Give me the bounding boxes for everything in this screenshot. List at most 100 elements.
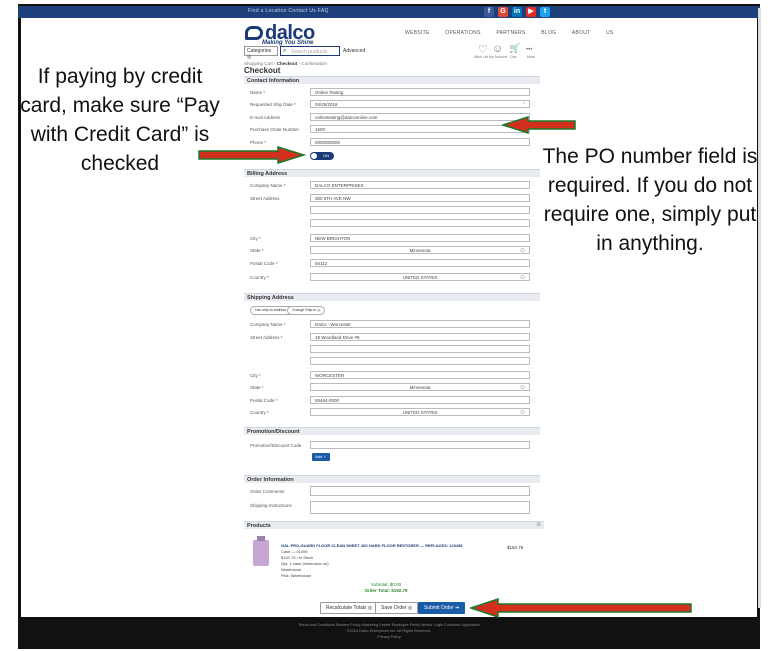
- billing-city-label: City *: [250, 236, 261, 241]
- billing-state-label: State *: [250, 248, 264, 253]
- chevron-down-icon: ⊙: [519, 248, 525, 254]
- billing-street-field[interactable]: 300 5TH AVE NW: [310, 194, 530, 202]
- arrow-left-icon: [502, 116, 576, 134]
- screenshot-frame: Find a Location Contact Us FAQ f G in ▶ …: [0, 0, 770, 651]
- calendar-icon[interactable]: ▫: [523, 101, 525, 107]
- annotation-po-number: The PO number field is required. If you …: [542, 145, 758, 255]
- product-detail: Pick: Warehouse: [281, 573, 312, 578]
- po-number-label: Purchase Order Number: [250, 127, 300, 132]
- shipping-street-field[interactable]: 18 Woodland Drive #8: [310, 333, 530, 341]
- billing-zip-label: Postal Code *: [250, 261, 278, 266]
- order-comments-label: Order Comments: [250, 489, 285, 494]
- shipping-country-select[interactable]: UNITED STATES ⊙: [310, 408, 530, 416]
- shipping-instructions-field[interactable]: [310, 501, 530, 514]
- cart-icon[interactable]: 🛒: [509, 43, 520, 54]
- annotation-credit-card: If paying by credit card, make sure “Pay…: [20, 65, 220, 175]
- shipping-street2-field[interactable]: [310, 345, 530, 353]
- billing-company-label: Company Name *: [250, 183, 286, 188]
- phone-label: Phone *: [250, 140, 267, 145]
- page-scrollbar[interactable]: [758, 8, 761, 608]
- billing-street-label: Street Address: [250, 196, 280, 201]
- phone-field[interactable]: 0000000000: [310, 138, 530, 146]
- more-icon[interactable]: •••: [526, 47, 532, 53]
- chevron-down-icon: ⊙: [519, 410, 525, 416]
- product-image[interactable]: [253, 536, 269, 566]
- ship-date-label: Requested Ship Date *: [250, 102, 296, 107]
- footer: Terms and Conditions Returns Policy Mark…: [18, 617, 760, 649]
- billing-state-select[interactable]: Minnesota ⊙: [310, 246, 530, 254]
- shipping-state-select[interactable]: Minnesota ⊙: [310, 383, 530, 391]
- email-field[interactable]: onlinetesting@dalcoonline.com: [310, 113, 530, 121]
- change-ship-to-button[interactable]: Change Ship-to ◎: [287, 306, 326, 315]
- promotion-section-header: Promotion/Discount: [244, 427, 540, 435]
- chevron-down-icon: ⊙: [519, 385, 525, 391]
- shipping-city-field[interactable]: WORCESTER: [310, 371, 530, 379]
- billing-section-header: Billing Address: [244, 169, 540, 177]
- shipping-street3-field[interactable]: [310, 357, 530, 365]
- shipping-section-header: Shipping Address: [244, 293, 540, 301]
- page-title: Checkout: [244, 66, 281, 75]
- shipping-company-label: Company Name *: [250, 322, 286, 327]
- shipping-state-label: State *: [250, 385, 264, 390]
- order-info-section-header: Order Information: [244, 475, 540, 483]
- facebook-icon[interactable]: f: [484, 7, 494, 17]
- youtube-icon[interactable]: ▶: [526, 7, 536, 17]
- order-total: Order Total: $192.79: [364, 588, 408, 593]
- product-detail: Warehouse: [281, 567, 302, 572]
- billing-street3-field[interactable]: [310, 219, 530, 227]
- collapse-icon[interactable]: ⊙: [536, 522, 541, 528]
- order-comments-field[interactable]: [310, 486, 530, 496]
- products-section-header: Products ⊙: [244, 521, 544, 529]
- logo-mark-icon: [245, 26, 263, 40]
- billing-country-select[interactable]: UNITED STATES ⊙: [310, 273, 530, 281]
- billing-zip-field[interactable]: 55112: [310, 259, 530, 267]
- shipping-zip-field[interactable]: 55464-0000: [310, 396, 530, 404]
- name-field[interactable]: Online Testing: [310, 88, 530, 96]
- shipping-zip-label: Postal Code *: [250, 398, 278, 403]
- shipping-street-label: Street Address *: [250, 335, 283, 340]
- ship-date-field[interactable]: 04/25/2018 ▫: [310, 100, 530, 108]
- search-input[interactable]: ⌕ Search products: [280, 46, 340, 56]
- twitter-icon[interactable]: t: [540, 7, 550, 17]
- name-label: Name *: [250, 90, 266, 95]
- cart-label: Cart: [510, 55, 517, 59]
- email-label: E-mail Address: [250, 115, 281, 120]
- product-detail: Qty: 1 case (dimension ok): [281, 561, 329, 566]
- arrow-right-icon: [198, 146, 306, 164]
- billing-city-field[interactable]: NEW BRIGHTON: [310, 234, 530, 242]
- product-price: $192.79: [507, 545, 524, 550]
- advanced-search-link[interactable]: Advanced: [343, 48, 365, 54]
- pay-credit-card-toggle[interactable]: ON: [310, 152, 334, 160]
- arrow-left-icon: [470, 598, 692, 618]
- po-number-field[interactable]: 1600: [310, 125, 530, 133]
- recalculate-totals-button[interactable]: Recalculate Totals ◎: [320, 602, 379, 614]
- linkedin-icon[interactable]: in: [512, 7, 522, 17]
- apply-promo-button[interactable]: Add ✓: [312, 453, 330, 461]
- footer-copyright: ©2018 Dalco Enterprises Inc. All Rights …: [346, 629, 432, 633]
- product-name[interactable]: GAL PRO-GUARD FLOOR CLEAN SHEET 40X HARD…: [281, 543, 463, 548]
- top-links[interactable]: Find a Location Contact Us FAQ: [248, 8, 329, 14]
- main-nav[interactable]: WEBSITE OPERATIONS PARTNERS BLOG ABOUT U…: [405, 30, 614, 36]
- footer-links[interactable]: Terms and Conditions Returns Policy Mark…: [18, 623, 760, 627]
- billing-company-field[interactable]: DALCO ENTERPRISES: [310, 181, 530, 189]
- account-icon[interactable]: ☺: [492, 43, 503, 55]
- billing-street2-field[interactable]: [310, 206, 530, 214]
- chevron-down-icon: ⊙: [519, 275, 525, 281]
- contact-section-header: Contact Information: [244, 76, 540, 84]
- categories-button[interactable]: Categories ◎: [244, 46, 278, 60]
- shipping-country-label: Country *: [250, 410, 269, 415]
- subtotal: Subtotal: $0.00: [370, 582, 402, 587]
- wishlist-label: Wish List: [474, 55, 489, 59]
- product-detail: Case — 01490: [281, 549, 308, 554]
- shipping-city-label: City *: [250, 373, 261, 378]
- product-detail: $192.79 / In Stock: [281, 555, 314, 560]
- submit-order-button[interactable]: Submit Order ➔: [418, 602, 466, 614]
- shipping-instructions-label: Shipping Instructions: [250, 503, 292, 508]
- google-plus-icon[interactable]: G: [498, 7, 508, 17]
- footer-privacy[interactable]: Privacy Policy: [18, 635, 760, 639]
- save-order-button[interactable]: Save Order ◎: [375, 602, 419, 614]
- top-bar: Find a Location Contact Us FAQ f G in ▶ …: [18, 6, 760, 18]
- billing-country-label: Country *: [250, 275, 269, 280]
- promo-code-field[interactable]: [310, 441, 530, 449]
- shipping-company-field[interactable]: Dalco - Worcester: [310, 320, 530, 328]
